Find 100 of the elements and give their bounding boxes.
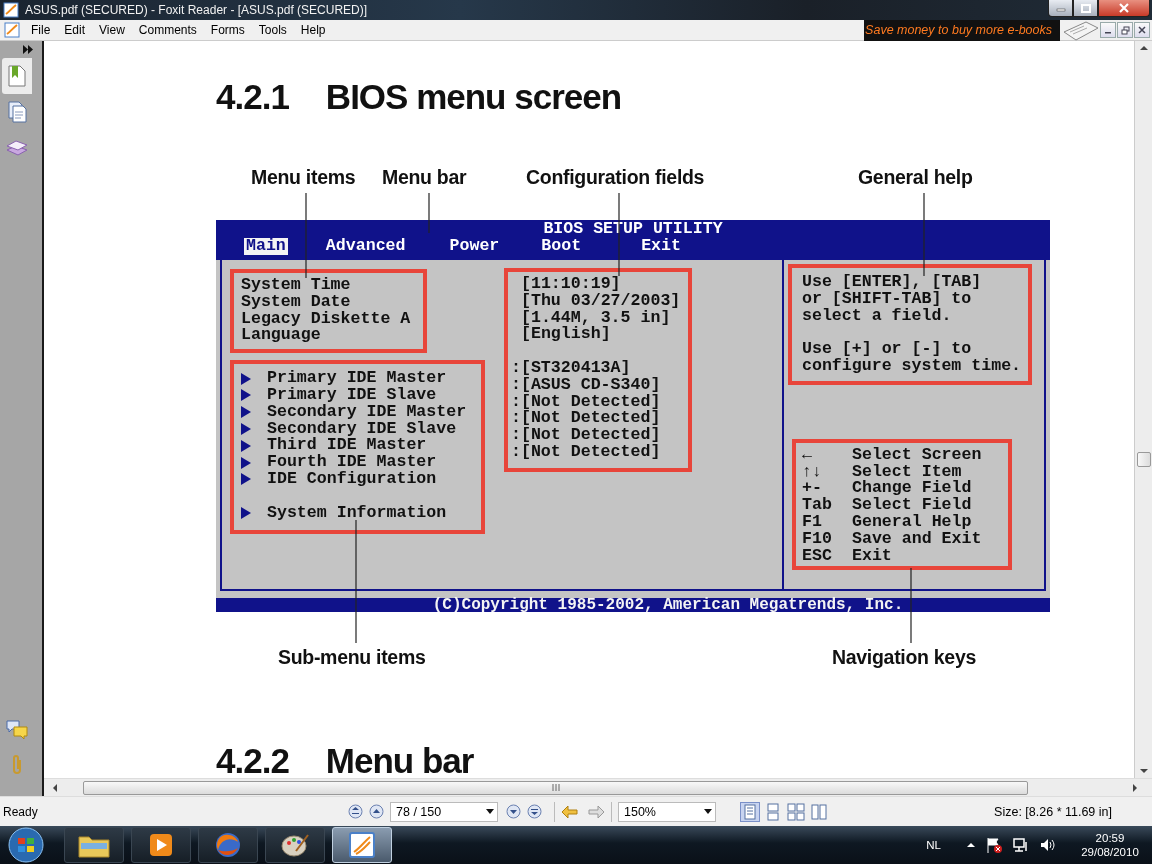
close-button[interactable] bbox=[1098, 0, 1150, 17]
back-arrow-icon[interactable] bbox=[561, 804, 579, 819]
key-action: Select Field bbox=[852, 497, 972, 514]
language-indicator[interactable]: NL bbox=[926, 839, 941, 851]
view-mode-icon[interactable] bbox=[740, 801, 760, 822]
ad-banner[interactable]: Save money to buy more e-books bbox=[864, 19, 1060, 41]
page-field[interactable]: 78 / 150 bbox=[390, 801, 498, 822]
key-action: Select Item bbox=[852, 463, 962, 481]
key-name: ↑↓ bbox=[802, 463, 823, 481]
window-title: ASUS.pdf (SECURED) - Foxit Reader - [ASUS.pdf (SECURED)] bbox=[25, 3, 368, 17]
restore-button[interactable] bbox=[1117, 22, 1133, 38]
close-button[interactable] bbox=[1134, 22, 1150, 38]
dropdown-arrow-icon bbox=[486, 809, 494, 814]
taskbar-app-button[interactable] bbox=[131, 827, 191, 863]
menu-item[interactable]: Edit bbox=[57, 23, 93, 37]
zoom-field[interactable]: 150% bbox=[618, 801, 716, 822]
taskbar-app-button[interactable] bbox=[64, 827, 124, 863]
scroll-thumb[interactable] bbox=[1136, 452, 1151, 467]
key-name: ← bbox=[802, 446, 813, 464]
menu-item[interactable]: Forms bbox=[203, 23, 252, 37]
bios-menu-tab[interactable]: Main bbox=[244, 237, 288, 255]
menu-item[interactable]: Help bbox=[293, 23, 333, 37]
previous-page-icon[interactable] bbox=[369, 804, 384, 819]
callout-label: Navigation keys bbox=[832, 646, 976, 669]
bios-menu-tab[interactable]: Power bbox=[447, 237, 502, 255]
section-number: 4.2.1 bbox=[216, 77, 289, 117]
bios-menu-tab[interactable]: Exit bbox=[639, 237, 683, 255]
field-value[interactable]: [11:10:19] bbox=[521, 276, 684, 293]
first-page-icon[interactable] bbox=[348, 804, 363, 819]
submenu-arrow-icon bbox=[241, 456, 251, 469]
submenu-item[interactable]: Primary IDE Slave bbox=[267, 387, 437, 404]
next-page-icon[interactable] bbox=[506, 804, 521, 819]
menu-item[interactable]: Tools bbox=[251, 23, 294, 37]
menu-item[interactable]: Legacy Diskette A bbox=[241, 310, 417, 328]
horizontal-scrollbar[interactable] bbox=[44, 778, 1152, 796]
flag-icon[interactable] bbox=[985, 836, 1003, 854]
submenu-item[interactable]: Secondary IDE Master bbox=[267, 403, 467, 421]
taskbar-app-button[interactable] bbox=[265, 827, 325, 863]
field-value[interactable]: [Thu 03/27/2003] bbox=[521, 292, 684, 310]
menu-item[interactable]: Language bbox=[241, 327, 417, 345]
clock-date[interactable]: 29/08/2010 bbox=[1081, 845, 1139, 859]
key-action: Select Screen bbox=[852, 446, 982, 464]
view-mode-icon[interactable] bbox=[786, 801, 806, 822]
caret-icon[interactable] bbox=[966, 841, 976, 849]
key-action: Save and Exit bbox=[852, 530, 982, 548]
scroll-thumb[interactable] bbox=[83, 780, 1028, 795]
close-icon bbox=[1138, 26, 1146, 34]
expand-icon[interactable] bbox=[22, 45, 34, 54]
submenu-item[interactable]: Third IDE Master bbox=[267, 437, 427, 455]
dropdown-arrow-icon bbox=[704, 809, 712, 814]
menu-item[interactable]: System Date bbox=[241, 293, 417, 311]
submenu-item[interactable]: Secondary IDE Slave bbox=[267, 420, 457, 438]
bookmark-page-icon bbox=[7, 65, 27, 87]
submenu-arrow-icon bbox=[241, 506, 251, 519]
key-name: F1 bbox=[802, 513, 823, 531]
vertical-scrollbar[interactable] bbox=[1134, 41, 1152, 778]
maximize-button[interactable] bbox=[1073, 0, 1098, 17]
field-value[interactable]: [English] bbox=[521, 326, 684, 344]
clock-time[interactable]: 20:59 bbox=[1095, 831, 1125, 845]
layers-icon bbox=[6, 138, 28, 158]
key-name: Tab bbox=[802, 497, 833, 514]
menu-item[interactable]: Comments bbox=[131, 23, 204, 37]
submenu-item[interactable]: IDE Configuration bbox=[267, 470, 437, 488]
callout-label: Sub-menu items bbox=[278, 646, 426, 669]
minimize-button[interactable] bbox=[1100, 22, 1116, 38]
callout-label: Configuration fields bbox=[526, 166, 705, 189]
section-number: 4.2.2 bbox=[216, 741, 289, 778]
menu-item[interactable]: System Time bbox=[241, 277, 417, 294]
submenu-item[interactable]: System Information bbox=[267, 504, 447, 522]
taskbar-app-button[interactable] bbox=[198, 827, 258, 863]
key-name: F10 bbox=[802, 530, 833, 548]
media-player-icon bbox=[147, 831, 175, 859]
copyright-bar: (C)Copyright 1985-2002, American Megatrends, Inc. bbox=[216, 598, 1050, 612]
menu-item[interactable]: View bbox=[92, 23, 132, 37]
section-heading: Menu bar bbox=[325, 741, 474, 778]
bios-menu-tab[interactable]: Boot bbox=[539, 237, 584, 255]
submenu-item[interactable]: Fourth IDE Master bbox=[267, 454, 437, 471]
network-icon[interactable] bbox=[1012, 836, 1030, 854]
field-value: :[ASUS CD-S340] bbox=[511, 376, 662, 394]
reader-icon bbox=[3, 2, 19, 18]
submenu-arrow-icon bbox=[241, 422, 251, 435]
bios-menu-tab[interactable]: Advanced bbox=[323, 237, 408, 255]
minimize-button[interactable] bbox=[1048, 0, 1073, 17]
key-name: +- bbox=[802, 480, 822, 498]
key-action: Exit bbox=[852, 547, 892, 565]
last-page-icon[interactable] bbox=[527, 804, 542, 819]
callout-label: Menu bar bbox=[382, 166, 467, 189]
page-size-text: Size: [8.26 * 11.69 in] bbox=[994, 804, 1112, 819]
submenu-arrow-icon bbox=[241, 473, 251, 486]
menu-item[interactable]: File bbox=[24, 23, 58, 37]
leader-line bbox=[428, 192, 430, 234]
callout-label: General help bbox=[858, 166, 973, 189]
submenu-arrow-icon bbox=[241, 389, 251, 402]
field-value: :[Not Detected] bbox=[511, 393, 662, 411]
globe-icon bbox=[213, 830, 243, 860]
start-button[interactable] bbox=[6, 827, 46, 863]
submenu-item[interactable]: Primary IDE Master bbox=[267, 370, 447, 387]
field-value[interactable]: [1.44M, 3.5 in] bbox=[521, 309, 684, 327]
key-action: General Help bbox=[852, 513, 972, 531]
help-text: Use [ENTER], [TAB] or [SHIFT-TAB] to select a field. bbox=[802, 274, 983, 325]
